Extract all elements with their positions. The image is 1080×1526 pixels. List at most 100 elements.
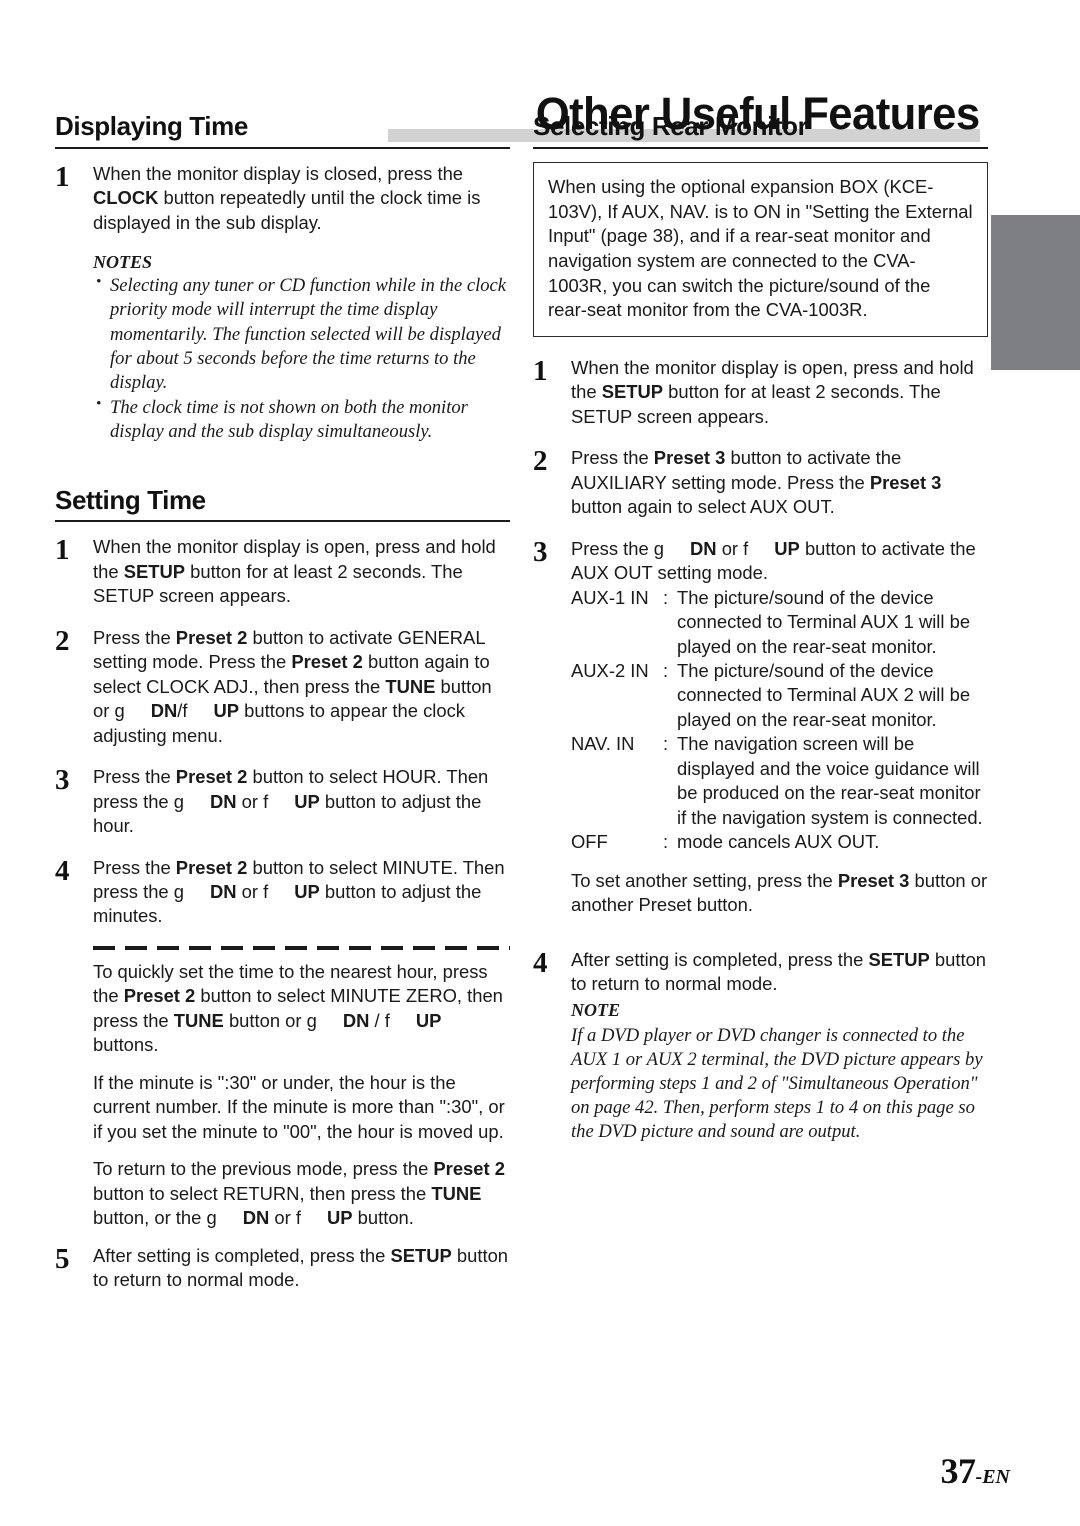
button-label-dn: DN	[150, 700, 178, 722]
step-number: 4	[55, 854, 70, 887]
button-label-up: UP	[415, 1009, 442, 1031]
button-label-tune: TUNE	[385, 675, 436, 697]
right-column: Selecting Rear Monitor When using the op…	[533, 111, 988, 1161]
page-number-value: 37	[940, 1451, 977, 1491]
button-label-dn: DN	[209, 881, 237, 903]
tip-text-part-with-symbol: / f	[369, 1009, 390, 1031]
step-rear-monitor-4: 4 After setting is completed, press the …	[533, 948, 988, 1145]
section-rule	[533, 146, 988, 149]
button-label-up: UP	[294, 881, 320, 903]
button-label-dn: DN	[209, 790, 237, 812]
button-label-dn: DN	[342, 1009, 370, 1031]
aux-out-mode-row: OFF : mode cancels AUX OUT.	[571, 830, 988, 854]
aux-mode-colon: :	[663, 659, 669, 681]
aux-out-followup-text: To set another setting, press the Preset…	[571, 869, 988, 918]
tip-text-part: button to select RETURN, then press the	[93, 1182, 432, 1204]
button-label-preset2: Preset 2	[291, 651, 363, 673]
aux-out-mode-row: AUX-2 IN : The picture/sound of the devi…	[571, 659, 988, 732]
section-rule	[55, 146, 510, 149]
tip-text-part-with-symbol: button or g	[223, 1009, 317, 1031]
page-number: 37-EN	[941, 1450, 1010, 1492]
button-label-preset2: Preset 2	[433, 1158, 505, 1180]
tip-text-part: button.	[352, 1207, 414, 1229]
followup-text-part: To set another setting, press the	[571, 869, 838, 891]
button-label-setup: SETUP	[390, 1244, 452, 1266]
tip-minute-zero: To quickly set the time to the nearest h…	[93, 960, 510, 1058]
button-label-preset3: Preset 3	[869, 471, 942, 493]
aux-mode-description: The navigation screen will be displayed …	[677, 733, 983, 828]
button-label-preset2: Preset 2	[175, 856, 248, 878]
step-text-part: After setting is completed, press the	[93, 1244, 391, 1266]
section-heading-displaying-time: Displaying Time	[55, 111, 248, 141]
tip-text-part: buttons.	[93, 1034, 159, 1056]
aux-mode-description: The picture/sound of the device connecte…	[677, 586, 971, 657]
button-label-dn: DN	[690, 537, 717, 559]
step-setting-time-2: 2 Press the Preset 2 button to activate …	[55, 626, 510, 748]
aux-out-mode-list: AUX-1 IN : The picture/sound of the devi…	[571, 586, 988, 855]
button-label-setup: SETUP	[868, 948, 930, 970]
note-item: The clock time is not shown on both the …	[93, 395, 510, 444]
tips-block: To quickly set the time to the nearest h…	[93, 945, 510, 1231]
step-text-part: Press the	[93, 626, 176, 648]
manual-page: Other Useful Features Displaying Time 1 …	[0, 0, 1080, 1526]
aux-mode-colon: :	[663, 586, 669, 608]
button-label-dn: DN	[242, 1207, 270, 1229]
page-banner: Other Useful Features	[0, 44, 1080, 142]
step-rear-monitor-2: 2 Press the Preset 3 button to activate …	[533, 446, 988, 519]
step-number: 4	[533, 946, 548, 979]
section-heading-selecting-rear-monitor: Selecting Rear Monitor	[533, 111, 808, 141]
aux-mode-term: AUX-1 IN	[571, 586, 649, 608]
button-label-up: UP	[294, 790, 320, 812]
step-rear-monitor-1: 1 When the monitor display is open, pres…	[533, 356, 988, 429]
button-label-tune: TUNE	[431, 1182, 482, 1204]
note-heading: NOTE	[571, 999, 620, 1020]
notes-block-displaying-time: NOTES Selecting any tuner or CD function…	[93, 252, 510, 444]
button-label-preset3: Preset 3	[837, 869, 910, 891]
step-number: 2	[533, 445, 548, 478]
step-setting-time-4: 4 Press the Preset 2 button to select MI…	[55, 856, 510, 929]
tip-text-part: To return to the previous mode, press th…	[93, 1158, 434, 1180]
button-label-preset3: Preset 3	[653, 447, 726, 469]
button-label-setup: SETUP	[601, 381, 664, 403]
step-displaying-time-1: 1 When the monitor display is closed, pr…	[55, 162, 510, 235]
step-number: 1	[55, 534, 70, 567]
tip-rounding-rule: If the minute is ":30" or under, the hou…	[93, 1071, 505, 1142]
step-text-part: Press the	[571, 447, 654, 469]
notes-list: Selecting any tuner or CD function while…	[93, 273, 510, 444]
aux-mode-description: mode cancels AUX OUT.	[677, 831, 880, 853]
step-text: When the monitor display is open, press …	[571, 356, 988, 429]
step-text-part: Press the	[93, 766, 176, 788]
section-heading-setting-time: Setting Time	[55, 484, 206, 515]
step-text-part: buttons to appear the clock adjusting me…	[93, 700, 466, 746]
step-number: 1	[533, 354, 548, 387]
step-text-part-with-symbol: Press the g	[571, 537, 665, 559]
tip-text-part-with-symbol: button, or the g	[93, 1207, 217, 1229]
step-number: 3	[533, 535, 548, 568]
step-text-part: Press the	[93, 856, 176, 878]
step-number: 3	[55, 764, 70, 797]
aux-mode-term: OFF	[571, 831, 608, 853]
aux-out-mode-row: AUX-1 IN : The picture/sound of the devi…	[571, 586, 988, 659]
aux-mode-term: AUX-2 IN	[571, 659, 649, 681]
aux-mode-colon: :	[663, 733, 669, 755]
step-text: When the monitor display is open, press …	[93, 535, 510, 608]
step-text: Press the g DN or f UP button to activate …	[571, 537, 988, 931]
button-label-up: UP	[326, 1207, 353, 1229]
section-rule	[55, 520, 510, 523]
step-rear-monitor-3: 3 Press the g DN or f UP button to activat…	[533, 537, 988, 931]
button-label-preset2: Preset 2	[175, 766, 248, 788]
button-label-up: UP	[774, 537, 800, 559]
left-column: Displaying Time 1 When the monitor displ…	[55, 111, 510, 1310]
aux-mode-colon: :	[663, 831, 669, 853]
notes-heading: NOTES	[93, 252, 153, 273]
button-label-clock: CLOCK	[93, 187, 159, 209]
step-text-part-with-symbol: /f	[177, 700, 188, 722]
step-text: When the monitor display is closed, pres…	[93, 162, 510, 235]
note-item: Selecting any tuner or CD function while…	[93, 273, 510, 395]
button-label-preset2: Preset 2	[123, 985, 196, 1007]
step-text: Press the Preset 2 button to select MINU…	[93, 856, 510, 929]
tip-return-mode: To return to the previous mode, press th…	[93, 1157, 510, 1230]
step-text: Press the Preset 3 button to activate th…	[571, 446, 988, 519]
step-text: Press the Preset 2 button to select HOUR…	[93, 765, 510, 838]
